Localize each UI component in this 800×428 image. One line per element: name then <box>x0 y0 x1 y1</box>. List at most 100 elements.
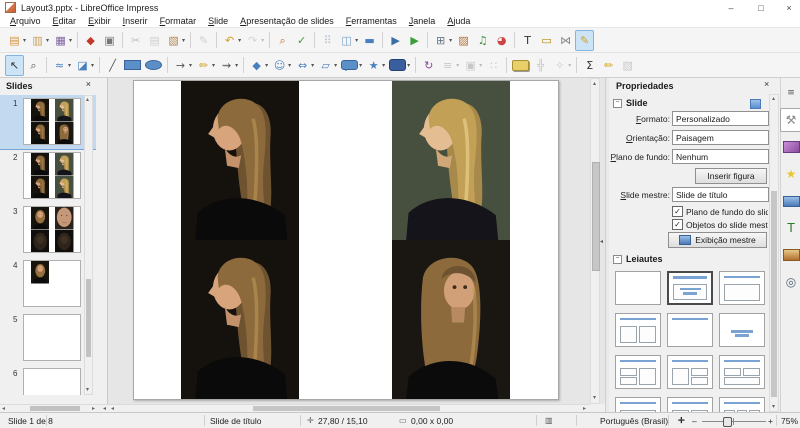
dropdown-arrow-icon[interactable]: ▾ <box>212 62 215 69</box>
dropdown-arrow-icon[interactable]: ▾ <box>449 37 452 44</box>
scrollbar-thumb[interactable] <box>30 406 80 411</box>
select-button[interactable]: ↖ <box>5 55 24 76</box>
dropdown-arrow-icon[interactable]: ▾ <box>568 62 571 69</box>
insert-image-button[interactable]: Inserir figura <box>695 168 767 184</box>
basic-shapes-button[interactable]: ◆▾ <box>247 55 270 76</box>
flowchart-shapes-button[interactable]: ▱▾ <box>316 55 339 76</box>
close-icon[interactable]: × <box>86 79 91 89</box>
dropdown-arrow-icon[interactable]: ▾ <box>456 62 459 69</box>
edit-points-button[interactable]: Σ <box>580 55 599 76</box>
3d-objects-button[interactable]: ▾ <box>387 55 412 76</box>
dropdown-arrow-icon[interactable]: ▾ <box>182 37 185 44</box>
layout-option-3[interactable] <box>719 271 765 305</box>
sidebar-splitter-collapse-icon[interactable]: ◂ <box>600 238 603 245</box>
section-slide[interactable]: – Slide <box>609 96 769 110</box>
menu-apresenta-o-de-slides[interactable]: Apresentação de slides <box>234 16 340 26</box>
scrollbar-thumb[interactable] <box>86 279 91 357</box>
open-file-button[interactable]: ▥▾ <box>28 30 51 51</box>
sidebar-settings-button[interactable]: ≡ <box>780 81 800 105</box>
layout-option-7[interactable] <box>615 355 661 389</box>
dropdown-arrow-icon[interactable]: ▾ <box>355 37 358 44</box>
slide-photo-bottom-right[interactable] <box>392 240 510 399</box>
orientation-select[interactable]: Paisagem <box>672 130 769 145</box>
menu-editar[interactable]: Editar <box>47 16 83 26</box>
slide-photo-bottom-left[interactable] <box>181 240 299 399</box>
layout-option-1[interactable] <box>615 271 661 305</box>
menu-exibir[interactable]: Exibir <box>82 16 117 26</box>
save-button[interactable]: ▦▾ <box>51 30 74 51</box>
properties-vertical-scrollbar[interactable]: ▴ ▾ <box>769 94 779 412</box>
master-slide-select[interactable]: Slide de título <box>672 187 769 202</box>
show-draw-functions-button[interactable]: ✎ <box>575 30 594 51</box>
export-pdf-button[interactable]: ◆ <box>81 30 100 51</box>
fill-color-button[interactable]: ◪▾ <box>73 55 96 76</box>
slide-thumbnail-2[interactable]: 2 <box>0 149 96 203</box>
rectangle-shape-button[interactable] <box>122 55 143 76</box>
dropdown-arrow-icon[interactable]: ▾ <box>189 62 192 69</box>
connectors-button[interactable]: ⇝▾ <box>217 55 240 76</box>
scrollbar-thumb[interactable] <box>592 162 600 271</box>
dropdown-arrow-icon[interactable]: ▾ <box>407 62 410 69</box>
dropdown-arrow-icon[interactable]: ▾ <box>235 62 238 69</box>
menu-ferramentas[interactable]: Ferramentas <box>340 16 403 26</box>
dropdown-arrow-icon[interactable]: ▾ <box>23 37 26 44</box>
layout-option-9[interactable] <box>719 355 765 389</box>
zoom-pan-button[interactable]: ⌕ <box>24 55 43 76</box>
insert-chart-button[interactable]: ◕ <box>492 30 511 51</box>
zoom-in-button[interactable]: + <box>768 416 773 426</box>
dropdown-arrow-icon[interactable]: ▾ <box>238 37 241 44</box>
scrollbar-thumb[interactable] <box>253 406 440 411</box>
scroll-up-icon[interactable]: ▴ <box>86 97 89 103</box>
insert-media-button[interactable]: ♫ <box>473 30 492 51</box>
layout-option-12[interactable] <box>719 397 765 412</box>
menu-formatar[interactable]: Formatar <box>154 16 203 26</box>
dropdown-arrow-icon[interactable]: ▾ <box>69 37 72 44</box>
slide-thumbnail-6[interactable]: 6 <box>0 365 96 395</box>
normal-view-button[interactable]: ▬ <box>360 30 379 51</box>
dropdown-arrow-icon[interactable]: ▾ <box>288 62 291 69</box>
collapse-icon[interactable]: – <box>613 99 622 108</box>
layout-option-4[interactable] <box>615 313 661 347</box>
dropdown-arrow-icon[interactable]: ▾ <box>68 62 71 69</box>
close-window-button[interactable]: × <box>776 0 800 15</box>
restore-window-button[interactable]: □ <box>748 0 774 15</box>
layout-option-2[interactable] <box>667 271 713 305</box>
layout-option-6[interactable] <box>719 313 765 347</box>
tab-slide-transition-button[interactable] <box>780 135 800 159</box>
insert-line-button[interactable]: ╱ <box>103 55 122 76</box>
slide-edit-canvas[interactable]: ▴ ▾ ◂ ◂ ▸ <box>108 78 605 412</box>
slide-photo-top-left[interactable] <box>181 81 299 240</box>
dropdown-arrow-icon[interactable]: ▾ <box>91 62 94 69</box>
insert-image-button[interactable]: ▨ <box>454 30 473 51</box>
paste-button[interactable]: ▧▾ <box>164 30 187 51</box>
tab-styles-button[interactable]: T <box>780 216 800 240</box>
scroll-up-icon[interactable]: ▴ <box>593 81 596 87</box>
scroll-up-icon[interactable]: ▴ <box>772 96 775 102</box>
checkbox-checked-icon[interactable]: ✓ <box>672 219 683 230</box>
close-icon[interactable]: × <box>764 79 769 89</box>
line-format-button[interactable]: ≈▾ <box>50 55 73 76</box>
dropdown-arrow-icon[interactable]: ▾ <box>334 62 337 69</box>
print-button[interactable]: ▣ <box>100 30 119 51</box>
display-grid-button[interactable]: ⠿ <box>318 30 337 51</box>
scroll-down-icon[interactable]: ▾ <box>593 395 596 401</box>
dropdown-arrow-icon[interactable]: ▾ <box>479 62 482 69</box>
fit-slide-icon[interactable]: ✛ <box>678 416 685 425</box>
find-replace-button[interactable]: ⌕ <box>273 30 292 51</box>
menu-janela[interactable]: Janela <box>403 16 442 26</box>
collapse-icon[interactable]: – <box>613 255 622 264</box>
zoom-slider-track[interactable] <box>702 421 766 422</box>
rotate-button[interactable]: ↻ <box>419 55 438 76</box>
tab-gallery-button[interactable] <box>780 243 800 267</box>
slide-photo-top-right[interactable] <box>392 81 510 240</box>
header-footer-button[interactable]: ▭ <box>537 30 556 51</box>
tab-master-slides-button[interactable] <box>780 189 800 213</box>
glue-points-button[interactable]: ✏ <box>599 55 618 76</box>
star-shapes-button[interactable]: ★▾ <box>364 55 387 76</box>
format-select[interactable]: Personalizado <box>672 111 769 126</box>
scrollbar-thumb[interactable] <box>771 191 777 397</box>
slide-thumbnail-4[interactable]: 4 <box>0 257 96 311</box>
section-layouts[interactable]: – Leiautes <box>609 252 769 266</box>
zoom-percentage[interactable]: 75% <box>781 416 798 426</box>
menu-ajuda[interactable]: Ajuda <box>441 16 476 26</box>
